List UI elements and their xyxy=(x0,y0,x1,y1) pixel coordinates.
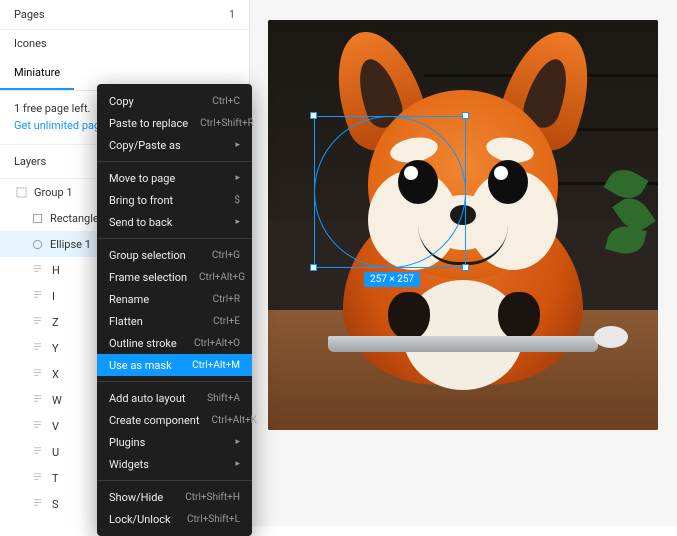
menu-item-lock-unlock[interactable]: Lock/Unlock Ctrl+Shift+L xyxy=(97,508,252,530)
menu-separator xyxy=(97,480,252,481)
text-icon xyxy=(30,263,44,277)
menu-item-label: Copy/Paste as xyxy=(109,139,181,152)
menu-item-shortcut: Ctrl+C xyxy=(212,96,240,107)
layer-label: U xyxy=(52,446,59,459)
menu-item-outline-stroke[interactable]: Outline stroke Ctrl+Alt+O xyxy=(97,332,252,354)
menu-item-label: Paste to replace xyxy=(109,117,188,130)
menu-item-copy[interactable]: Copy Ctrl+C xyxy=(97,90,252,112)
layer-label: H xyxy=(52,264,60,277)
menu-item-shortcut: Ctrl+Alt+M xyxy=(192,360,240,371)
menu-item-paste-to-replace[interactable]: Paste to replace Ctrl+Shift+R xyxy=(97,112,252,134)
menu-item-copy-paste-as[interactable]: Copy/Paste as ▸ xyxy=(97,134,252,156)
menu-item-create-component[interactable]: Create componentCtrl+Alt+K xyxy=(97,409,252,431)
menu-item-shortcut: Ctrl+Alt+K xyxy=(211,415,256,426)
menu-separator xyxy=(97,238,252,239)
menu-item-show-hide[interactable]: Show/Hide Ctrl+Shift+H xyxy=(97,486,252,508)
pages-count: 1 xyxy=(229,8,235,21)
menu-item-label: Widgets xyxy=(109,458,149,471)
text-icon xyxy=(30,445,44,459)
menu-item-shortcut: Ctrl+E xyxy=(213,316,240,327)
menu-item-shortcut: Ctrl+Alt+O xyxy=(194,338,240,349)
layer-label: V xyxy=(52,420,59,433)
menu-item-label: Create component xyxy=(109,414,199,427)
layer-label: Group 1 xyxy=(34,186,73,199)
menu-item-label: Show/Hide xyxy=(109,491,163,504)
selection-handle[interactable] xyxy=(310,112,317,119)
menu-item-flatten[interactable]: Flatten Ctrl+E xyxy=(97,310,252,332)
menu-separator xyxy=(97,161,252,162)
menu-item-label: Send to back xyxy=(109,216,172,229)
layer-label: Ellipse 1 xyxy=(50,238,91,251)
context-menu: Copy Ctrl+C Paste to replace Ctrl+Shift+R Co… xyxy=(97,84,252,536)
chevron-right-icon: ▸ xyxy=(235,437,240,447)
group-icon xyxy=(14,185,28,199)
menu-item-group-selection[interactable]: Group selection Ctrl+G xyxy=(97,244,252,266)
canvas[interactable]: 257 × 257 xyxy=(250,0,677,526)
layer-label: S xyxy=(52,498,59,511)
menu-item-rename[interactable]: Rename Ctrl+R xyxy=(97,288,252,310)
chevron-right-icon: ▸ xyxy=(235,173,240,183)
menu-item-shortcut: Ctrl+Shift+R xyxy=(200,118,254,129)
text-icon xyxy=(30,289,44,303)
menu-item-label: Add auto layout xyxy=(109,392,186,405)
layer-label: Z xyxy=(52,316,59,329)
text-icon xyxy=(30,471,44,485)
ellipse-icon xyxy=(30,237,44,251)
menu-item-add-auto-layout[interactable]: Add auto layout Shift+A xyxy=(97,387,252,409)
layer-label: W xyxy=(52,394,62,407)
menu-separator xyxy=(97,381,252,382)
text-icon xyxy=(30,497,44,511)
menu-item-label: Copy xyxy=(109,95,134,108)
rect-icon xyxy=(30,211,44,225)
selection-handle[interactable] xyxy=(310,264,317,271)
menu-item-move-to-page[interactable]: Move to page ▸ xyxy=(97,167,252,189)
selection-dimensions: 257 × 257 xyxy=(364,272,420,287)
selection-bounds[interactable]: 257 × 257 xyxy=(314,116,466,268)
menu-item-bring-to-front[interactable]: Bring to front $ xyxy=(97,189,252,211)
menu-item-label: Lock/Unlock xyxy=(109,513,171,526)
menu-item-plugins[interactable]: Plugins ▸ xyxy=(97,431,252,453)
menu-item-send-to-back[interactable]: Send to back ▸ xyxy=(97,211,252,233)
menu-item-label: Frame selection xyxy=(109,271,187,284)
selection-handle[interactable] xyxy=(462,112,469,119)
chevron-right-icon: ▸ xyxy=(235,459,240,469)
menu-item-shortcut: Ctrl+Shift+H xyxy=(185,492,240,503)
menu-item-shortcut: Ctrl+R xyxy=(213,294,240,305)
menu-item-widgets[interactable]: Widgets ▸ xyxy=(97,453,252,475)
menu-item-shortcut: Ctrl+Alt+G xyxy=(199,272,245,283)
menu-item-label: Move to page xyxy=(109,172,175,185)
text-icon xyxy=(30,419,44,433)
menu-item-label: Rename xyxy=(109,293,149,306)
menu-item-shortcut: Ctrl+Shift+L xyxy=(187,514,240,525)
menu-item-label: Bring to front xyxy=(109,194,173,207)
text-icon xyxy=(30,393,44,407)
menu-item-label: Plugins xyxy=(109,436,145,449)
menu-item-label: Group selection xyxy=(109,249,186,262)
pages-label: Pages xyxy=(14,8,45,21)
layer-label: X xyxy=(52,368,59,381)
menu-item-shortcut: Ctrl+G xyxy=(212,250,240,261)
menu-item-shortcut: Shift+A xyxy=(207,393,240,404)
selection-handle[interactable] xyxy=(462,264,469,271)
menu-item-use-as-mask[interactable]: Use as mask Ctrl+Alt+M xyxy=(97,354,252,376)
text-icon xyxy=(30,341,44,355)
chevron-right-icon: ▸ xyxy=(235,217,240,227)
menu-item-shortcut: $ xyxy=(234,195,240,206)
artboard-image[interactable]: 257 × 257 xyxy=(268,20,658,430)
menu-item-label: Outline stroke xyxy=(109,337,177,350)
menu-item-frame-selection[interactable]: Frame selection Ctrl+Alt+G xyxy=(97,266,252,288)
layer-label: Y xyxy=(52,342,59,355)
text-icon xyxy=(30,315,44,329)
text-icon xyxy=(30,367,44,381)
page-item[interactable]: Icones xyxy=(0,30,249,57)
layer-label: T xyxy=(52,472,59,485)
pages-header[interactable]: Pages 1 xyxy=(0,0,249,30)
menu-item-label: Use as mask xyxy=(109,359,172,372)
chevron-right-icon: ▸ xyxy=(235,140,240,150)
tab-miniature[interactable]: Miniature xyxy=(0,57,74,90)
layer-label: I xyxy=(52,290,55,303)
menu-item-label: Flatten xyxy=(109,315,143,328)
